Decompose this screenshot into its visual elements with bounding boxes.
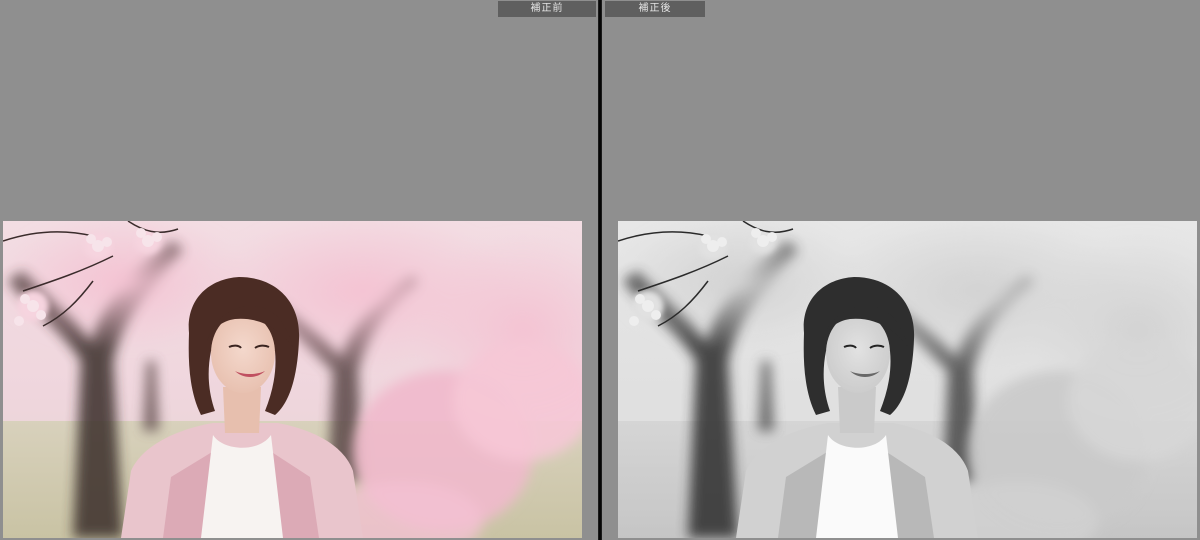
before-photo-image <box>3 221 582 538</box>
compare-view: 補正前 補正後 <box>0 0 1200 540</box>
after-label: 補正後 <box>605 1 705 17</box>
before-label: 補正前 <box>498 1 596 17</box>
before-photo[interactable] <box>3 221 582 538</box>
after-pane[interactable]: 補正後 <box>602 0 1200 540</box>
split-divider-line <box>599 0 601 540</box>
after-photo-image <box>618 221 1197 538</box>
after-photo[interactable] <box>618 221 1197 538</box>
before-pane[interactable]: 補正前 <box>0 0 598 540</box>
